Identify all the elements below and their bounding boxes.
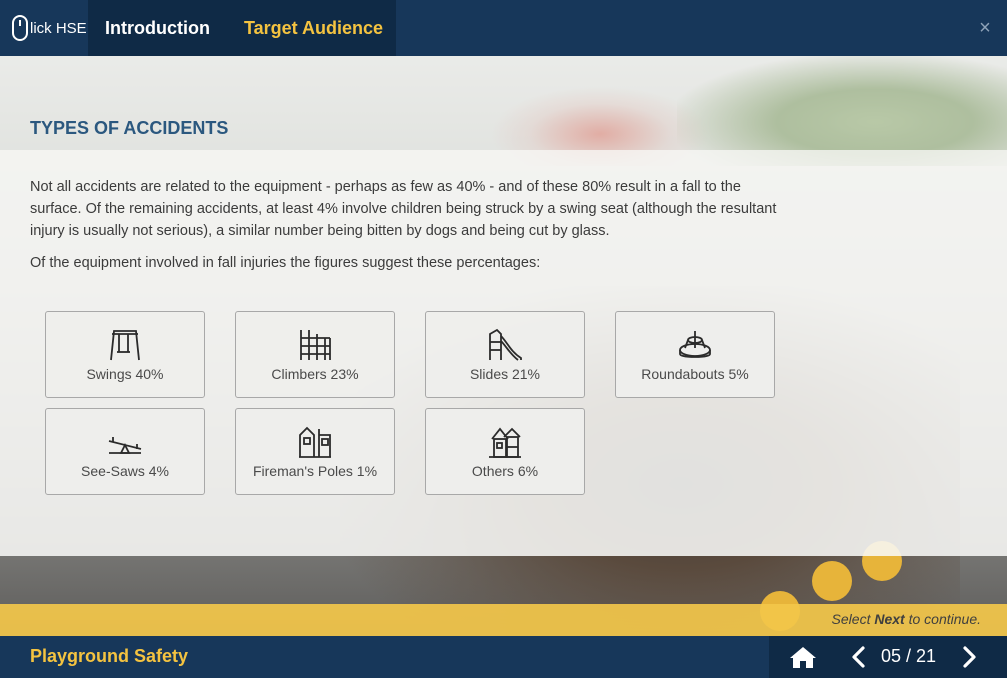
hint-next: Next — [874, 611, 905, 627]
continue-hint: Select Next to continue. — [832, 611, 981, 627]
skate-wheel — [812, 561, 852, 601]
card-slides[interactable]: Slides 21% — [425, 311, 585, 398]
climber-icon — [295, 328, 335, 362]
fireman-pole-icon — [295, 425, 335, 459]
playhouse-icon — [485, 425, 525, 459]
percentages-intro: Of the equipment involved in fall injuri… — [30, 255, 541, 271]
breadcrumb: Introduction Target Audience — [88, 0, 396, 56]
home-icon[interactable] — [789, 645, 817, 669]
card-label: Swings 40% — [86, 365, 164, 382]
mouse-icon — [12, 15, 28, 41]
logo: lick HSE — [0, 0, 88, 56]
swing-icon — [105, 328, 145, 362]
top-bar: lick HSE Introduction Target Audience × — [0, 0, 1007, 56]
chevron-right-icon[interactable] — [958, 645, 980, 669]
course-title: Playground Safety — [30, 646, 189, 666]
card-climbers[interactable]: Climbers 23% — [235, 311, 395, 398]
card-label: Others 6% — [471, 462, 539, 479]
card-swings[interactable]: Swings 40% — [45, 311, 205, 398]
card-others[interactable]: Others 6% — [425, 408, 585, 495]
chevron-left-icon[interactable] — [848, 645, 870, 669]
card-see-saws[interactable]: See-Saws 4% — [45, 408, 205, 495]
tab-target-audience[interactable]: Target Audience — [227, 18, 400, 39]
page-indicator: 05 / 21 — [881, 646, 937, 666]
card-label: Climbers 23% — [271, 365, 359, 382]
card-label: See-Saws 4% — [81, 462, 169, 479]
close-icon[interactable]: × — [975, 18, 995, 38]
hint-prefix: Select — [831, 611, 875, 627]
hint-suffix: to continue. — [904, 611, 981, 627]
card-roundabouts[interactable]: Roundabouts 5% — [615, 311, 775, 398]
seesaw-icon — [105, 425, 145, 459]
tab-introduction[interactable]: Introduction — [88, 18, 227, 39]
page-title: TYPES OF ACCIDENTS — [30, 118, 229, 138]
card-label: Slides 21% — [469, 365, 541, 382]
card-label: Fireman's Poles 1% — [252, 462, 378, 479]
logo-text: lick HSE — [30, 19, 87, 37]
intro-paragraph: Not all accidents are related to the equ… — [30, 179, 777, 239]
roundabout-icon — [675, 328, 715, 362]
card-firemans-poles[interactable]: Fireman's Poles 1% — [235, 408, 395, 495]
card-label: Roundabouts 5% — [641, 365, 749, 382]
slide-icon — [485, 328, 525, 362]
